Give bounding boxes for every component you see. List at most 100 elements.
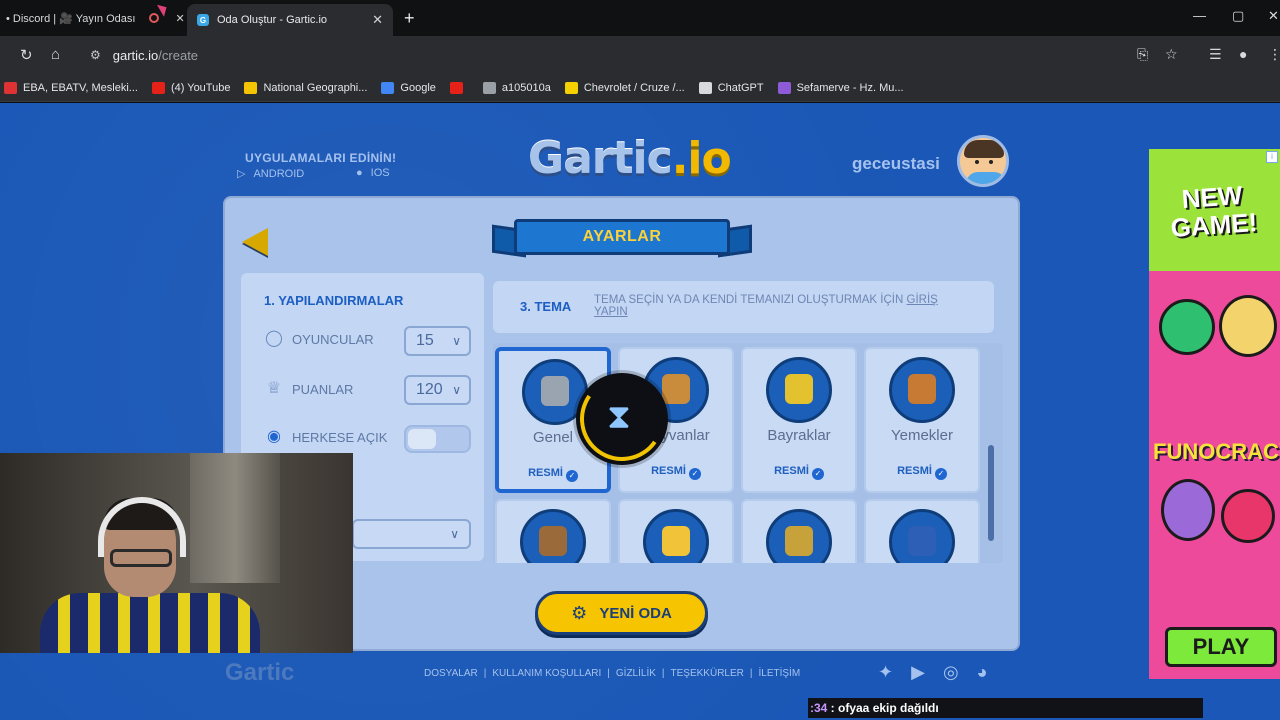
theme-card[interactable]: Yemekler RESMİ ✓ xyxy=(864,347,980,493)
tab-discord[interactable]: • Discord | 🎥 Yayın Odası ✕ xyxy=(0,4,185,32)
bookmark-favicon-icon xyxy=(151,81,165,94)
verified-check-icon: ✓ xyxy=(688,468,701,480)
close-window-button[interactable]: ✕ xyxy=(1268,8,1279,24)
avatar-shirt xyxy=(966,172,1006,184)
webcam-overlay xyxy=(0,453,353,653)
trophy-icon: ♕ xyxy=(266,380,282,397)
footer-separator: | xyxy=(483,668,487,679)
bookmark-item[interactable] xyxy=(449,81,469,94)
theme-icon-shape xyxy=(662,526,690,556)
bookmark-item[interactable]: National Geographi... xyxy=(244,81,368,94)
ios-link[interactable]: ● IOS xyxy=(356,167,390,179)
bookmark-item[interactable]: a105010a xyxy=(482,81,551,94)
tab-close-icon[interactable]: ✕ xyxy=(175,12,184,25)
back-arrow-icon[interactable] xyxy=(242,228,268,256)
site-info-icon[interactable]: ⚙ xyxy=(90,48,101,62)
theme-grid-scrollbar[interactable] xyxy=(988,445,994,541)
theme-icon-shape xyxy=(785,374,813,404)
bookmark-label: Sefamerve - Hz. Mu... xyxy=(796,81,904,94)
theme-icon xyxy=(643,509,709,563)
footer-separator: | xyxy=(749,668,753,679)
points-select[interactable]: 120 ∨ xyxy=(404,375,471,405)
bookmark-favicon-icon xyxy=(449,81,463,94)
verified-check-icon: ✓ xyxy=(565,470,578,482)
footer-links: DOSYALAR | KULLANIM KOŞULLARI | GİZLİLİK | TEŞ… xyxy=(424,668,800,679)
theme-card[interactable] xyxy=(495,499,611,563)
username[interactable]: geceustasi xyxy=(852,154,940,174)
minimize-button[interactable]: — xyxy=(1193,8,1206,23)
bookmark-favicon-icon xyxy=(777,81,791,94)
avatar-hair xyxy=(964,140,1004,158)
bookmark-item[interactable]: ChatGPT xyxy=(698,81,764,94)
bookmark-item[interactable]: Google xyxy=(381,81,436,94)
ad-info-icon[interactable]: i xyxy=(1266,151,1278,163)
webcam-curtain xyxy=(190,453,280,583)
footer-link[interactable]: DOSYALAR xyxy=(424,668,478,679)
advertisement[interactable]: NEW GAME! i FUNOCRACY PLAY xyxy=(1149,149,1280,679)
tab-close-icon[interactable]: ✕ xyxy=(372,12,383,28)
get-apps-title: UYGULAMALARI EDİNİN! xyxy=(245,151,397,165)
reading-list-icon[interactable]: ☰ xyxy=(1209,46,1222,63)
chevron-down-icon: ∨ xyxy=(450,527,459,541)
bookmark-favicon-icon xyxy=(482,81,496,94)
ad-play-button[interactable]: PLAY xyxy=(1165,627,1277,667)
theme-card[interactable] xyxy=(741,499,857,563)
bookmark-star-icon[interactable]: ☆ xyxy=(1165,46,1178,63)
theme-icon-shape xyxy=(541,376,569,406)
bookmarks-bar: EBA, EBATV, Mesleki... (4) YouTube Nationa… xyxy=(0,74,1280,102)
bookmark-label: National Geographi... xyxy=(263,81,368,94)
chevron-down-icon: ∨ xyxy=(452,383,461,397)
create-room-button[interactable]: ⚙ YENİ ODA xyxy=(535,591,708,635)
bookmark-item[interactable]: Chevrolet / Cruze /... xyxy=(564,81,685,94)
ad-brand: FUNOCRACY xyxy=(1153,439,1280,464)
footer-link[interactable]: İLETİŞİM xyxy=(758,668,800,679)
gartic-logo[interactable]: Gartic.io xyxy=(528,133,732,184)
discord-icon[interactable]: ◕ xyxy=(977,662,988,683)
theme-icon-shape xyxy=(539,526,567,556)
gartic-favicon-icon: G xyxy=(197,14,209,26)
bookmark-favicon-icon xyxy=(4,81,17,94)
menu-dots-icon[interactable]: ⋮ xyxy=(1268,46,1280,63)
official-badge-label: RESMİ xyxy=(897,465,932,477)
maximize-button[interactable]: ▢ xyxy=(1232,8,1244,24)
official-badge: RESMİ ✓ xyxy=(499,467,607,482)
theme-icon xyxy=(766,357,832,423)
theme-card[interactable] xyxy=(618,499,734,563)
new-tab-button[interactable]: + xyxy=(404,8,415,29)
loading-spinner: ⧗ xyxy=(573,370,671,468)
youtube-icon[interactable]: ▶ xyxy=(911,662,925,683)
tab-gartic-title: Oda Oluştur - Gartic.io xyxy=(217,14,328,26)
official-badge-label: RESMİ xyxy=(651,465,686,477)
url-field[interactable]: ⚙ gartic.io/create xyxy=(78,41,1198,69)
user-avatar[interactable] xyxy=(957,135,1009,187)
install-app-icon[interactable]: ⎘ xyxy=(1137,46,1148,63)
tab-gartic[interactable]: G Oda Oluştur - Gartic.io ✕ xyxy=(187,4,393,36)
eye-icon: ◉ xyxy=(267,428,281,445)
ios-label: IOS xyxy=(370,167,390,179)
footer-link[interactable]: KULLANIM KOŞULLARI xyxy=(492,668,601,679)
twitter-icon[interactable]: ✦ xyxy=(878,662,893,683)
home-icon[interactable]: ⌂ xyxy=(51,46,60,63)
bookmark-item[interactable]: Sefamerve - Hz. Mu... xyxy=(777,81,904,94)
settings-title: AYARLAR xyxy=(514,219,730,255)
bookmark-item[interactable]: EBA, EBATV, Mesleki... xyxy=(4,81,138,94)
android-link[interactable]: ▷ ANDROID xyxy=(237,167,304,181)
bookmark-item[interactable]: (4) YouTube xyxy=(151,81,230,94)
bookmark-favicon-icon xyxy=(381,81,395,94)
url-path: /create xyxy=(158,47,199,63)
profile-avatar-icon[interactable]: ● xyxy=(1239,46,1247,62)
footer-link[interactable]: TEŞEKKÜRLER xyxy=(671,668,744,679)
theme-icon-shape xyxy=(785,526,813,556)
webcam-glasses xyxy=(110,549,172,567)
language-select[interactable]: ∨ xyxy=(352,519,471,549)
theme-hint-text: TEMA SEÇİN YA DA KENDİ TEMANIZI OLUŞTURM… xyxy=(594,294,904,306)
theme-icon xyxy=(889,509,955,563)
players-select[interactable]: 15 ∨ xyxy=(404,326,471,356)
public-toggle[interactable] xyxy=(404,425,471,453)
footer-logo[interactable]: Gartic xyxy=(225,659,294,687)
reload-icon[interactable]: ↻ xyxy=(20,46,33,64)
theme-card[interactable] xyxy=(864,499,980,563)
theme-card[interactable]: Bayraklar RESMİ ✓ xyxy=(741,347,857,493)
footer-link[interactable]: GİZLİLİK xyxy=(616,668,656,679)
instagram-icon[interactable]: ◎ xyxy=(943,662,959,683)
